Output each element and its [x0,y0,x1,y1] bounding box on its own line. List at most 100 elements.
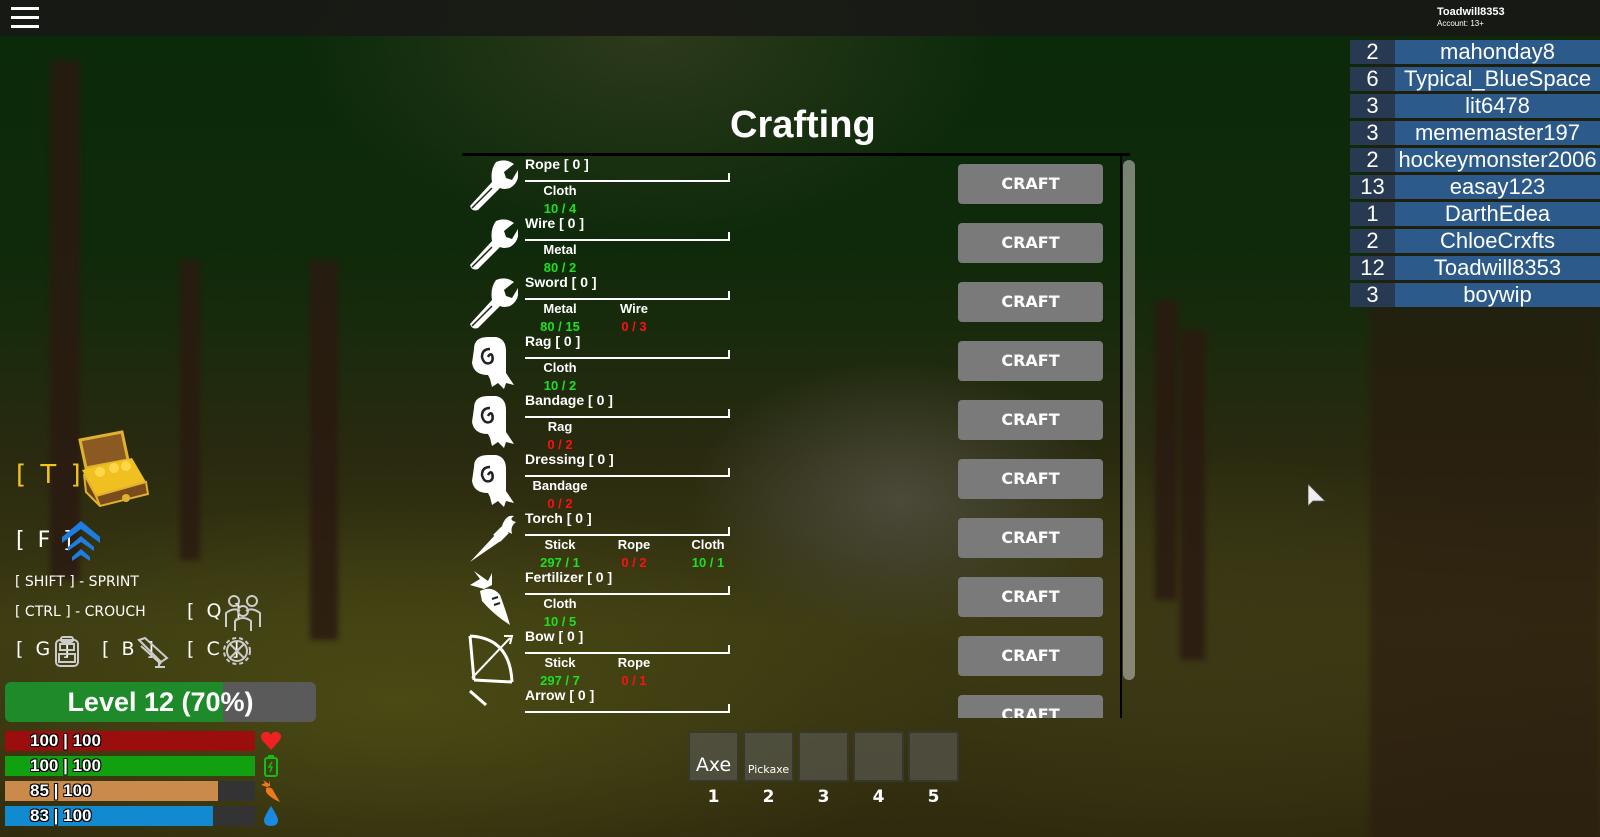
recipe-row: Sword [ 0 ] Metal 80 / 15 Wire 0 / 3 CRA… [462,274,1130,334]
ingredient-quantity: 0 / 2 [547,437,573,452]
ingredient-name: Bandage [532,478,588,493]
ingredient-name: Cloth [691,537,725,552]
recipe-row: Torch [ 0 ] Stick 297 / 1 Rope 0 / 2 Clo… [462,510,1130,570]
ingredient: Wire 0 / 3 [599,301,669,334]
craft-button[interactable]: CRAFT [958,459,1103,499]
recipe-name: Sword [ 0 ] [525,274,597,290]
health-bar: 100 | 100 [5,731,255,751]
leaderboard-row[interactable]: 3 mememaster197 [1350,121,1600,145]
recipe-name: Wire [ 0 ] [525,215,584,231]
ingredient-name: Cloth [543,183,577,198]
hotbar-slot[interactable]: Axe [688,731,739,782]
treasure-chest-icon[interactable] [70,430,152,508]
hotbar-slot[interactable] [908,731,959,782]
crafting-scrollbar[interactable] [1123,160,1135,680]
team-icon[interactable] [224,593,262,631]
player-name: Typical_BlueSpace [1395,67,1600,91]
thirst-bar: 83 | 100 [5,806,255,826]
hotbar-slot-number: 5 [927,787,940,807]
craft-button[interactable]: CRAFT [958,636,1103,676]
background-tree [1155,300,1177,600]
craft-button[interactable]: CRAFT [958,164,1103,204]
craft-button[interactable]: CRAFT [958,223,1103,263]
ingredient-quantity: 80 / 2 [543,260,577,275]
account-name: Toadwill8353 [1437,6,1505,18]
player-name: DarthEdea [1395,202,1600,226]
player-score: 2 [1350,229,1395,253]
leaderboard-row[interactable]: 6 Typical_BlueSpace [1350,67,1600,91]
recipe-row: Wire [ 0 ] Metal 80 / 2 CRAFT [462,215,1130,275]
wrench-icon [466,217,519,271]
ingredient-quantity: 10 / 2 [543,378,577,393]
hotbar-slot-number: 3 [817,787,830,807]
boost-chevrons-icon[interactable] [60,519,102,561]
ingredient: Stick 297 / 7 [525,655,595,688]
recipe-underline [525,232,730,241]
crafting-list[interactable]: Rope [ 0 ] Cloth 10 / 4 CRAFT Wire [ 0 ]… [462,153,1130,718]
leaderboard-row[interactable]: 2 mahonday8 [1350,40,1600,64]
crafting-divider [1120,156,1122,718]
carrot-icon [466,571,518,625]
cloth-roll-icon [466,453,518,507]
ingredient: Rope 0 / 2 [599,537,669,570]
background-tree [1180,330,1205,660]
craft-button[interactable]: CRAFT [958,400,1103,440]
ingredient-name: Rope [617,655,651,670]
ingredient-quantity: 80 / 15 [540,319,580,334]
recipe-underline [525,704,730,713]
ingredient-quantity: 10 / 1 [691,555,725,570]
player-score: 13 [1350,175,1395,199]
health-value: 100 | 100 [30,731,101,750]
leaderboard-row[interactable]: 1 DarthEdea [1350,202,1600,226]
gear-wrench-icon[interactable] [222,636,252,666]
backpack-icon[interactable] [52,636,82,668]
leaderboard-row[interactable]: 13 easay123 [1350,175,1600,199]
ingredient-name: Metal [543,301,577,316]
account-age: Account: 13+ [1437,19,1484,28]
steel-beam-icon[interactable] [137,636,169,668]
recipe-row: Bow [ 0 ] Stick 297 / 7 Rope 0 / 1 CRAFT [462,628,1130,688]
craft-button[interactable]: CRAFT [958,341,1103,381]
leaderboard-row[interactable]: 12 Toadwill8353 [1350,256,1600,280]
leaderboard-row[interactable]: 2 ChloeCrxfts [1350,229,1600,253]
ingredient-name: Stick [544,655,576,670]
leaderboard-row[interactable]: 3 lit6478 [1350,94,1600,118]
player-score: 3 [1350,283,1395,307]
hotkey-sprint: [ SHIFT ] - SPRINT [15,574,139,590]
ingredient-quantity: 10 / 4 [543,201,577,216]
player-name: ChloeCrxfts [1395,229,1600,253]
hamburger-menu-icon[interactable] [11,7,39,29]
craft-button[interactable]: CRAFT [958,695,1103,718]
ingredient-quantity: 297 / 1 [540,555,580,570]
bow-icon [466,630,518,684]
player-name: lit6478 [1395,94,1600,118]
ingredient: Bandage 0 / 2 [525,478,595,511]
recipe-name: Torch [ 0 ] [525,510,592,526]
hotbar-slot[interactable]: Pickaxe [743,731,794,782]
hotbar-slot[interactable] [853,731,904,782]
leaderboard-row[interactable]: 3 boywip [1350,283,1600,307]
player-score: 6 [1350,67,1395,91]
craft-button[interactable]: CRAFT [958,577,1103,617]
hotbar-slot[interactable] [798,731,849,782]
recipe-underline [525,527,730,536]
player-name: hockeymonster2006 [1395,148,1600,172]
background-tree [180,260,200,560]
recipe-underline [525,350,730,359]
player-score: 3 [1350,94,1395,118]
leaderboard-row[interactable]: 2 hockeymonster2006 [1350,148,1600,172]
craft-button[interactable]: CRAFT [958,518,1103,558]
ingredient-quantity: 0 / 3 [621,319,647,334]
recipe-row: Fertilizer [ 0 ] Cloth 10 / 5 CRAFT [462,569,1130,629]
carrot-icon [260,780,282,802]
recipe-underline [525,291,730,300]
player-score: 2 [1350,148,1395,172]
ingredient: Cloth 10 / 5 [525,596,595,629]
hotbar-slot-label: Pickaxe [747,763,790,776]
battery-icon [260,755,282,777]
hotkey-crouch: [ CTRL ] - CROUCH [15,604,146,620]
wrench-icon [466,276,519,330]
recipe-name: Rag [ 0 ] [525,333,581,349]
craft-button[interactable]: CRAFT [958,282,1103,322]
cloth-roll-icon [466,394,518,448]
